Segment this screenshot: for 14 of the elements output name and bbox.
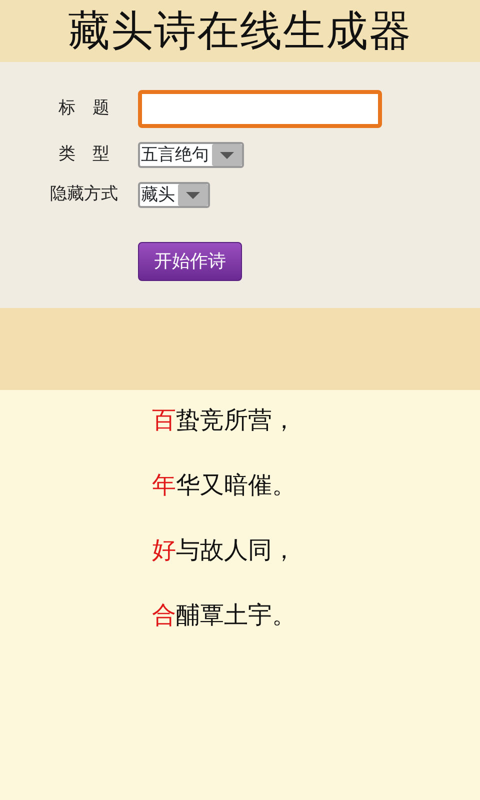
dropdown[interactable]: 五言绝句 <box>138 142 244 168</box>
title-input-field[interactable] <box>138 90 382 128</box>
poem-line: 年华又暗催。 <box>152 470 297 501</box>
app-title: 藏头诗在线生成器 <box>68 6 412 56</box>
dropdown[interactable]: 藏头 <box>138 182 210 208</box>
field-label: 隐藏方式 <box>49 183 119 206</box>
poem-line: 百蛰竞所营， <box>152 405 297 436</box>
field-label: 类 型 <box>58 143 110 166</box>
poem-line: 好与故人同， <box>152 535 297 566</box>
field-label: 标 题 <box>58 97 110 120</box>
caret-icon[interactable] <box>212 144 242 166</box>
poem-line: 合酺覃土宇。 <box>152 600 297 631</box>
caret-icon[interactable] <box>178 184 208 206</box>
start-button[interactable]: 开始作诗 <box>138 242 242 281</box>
